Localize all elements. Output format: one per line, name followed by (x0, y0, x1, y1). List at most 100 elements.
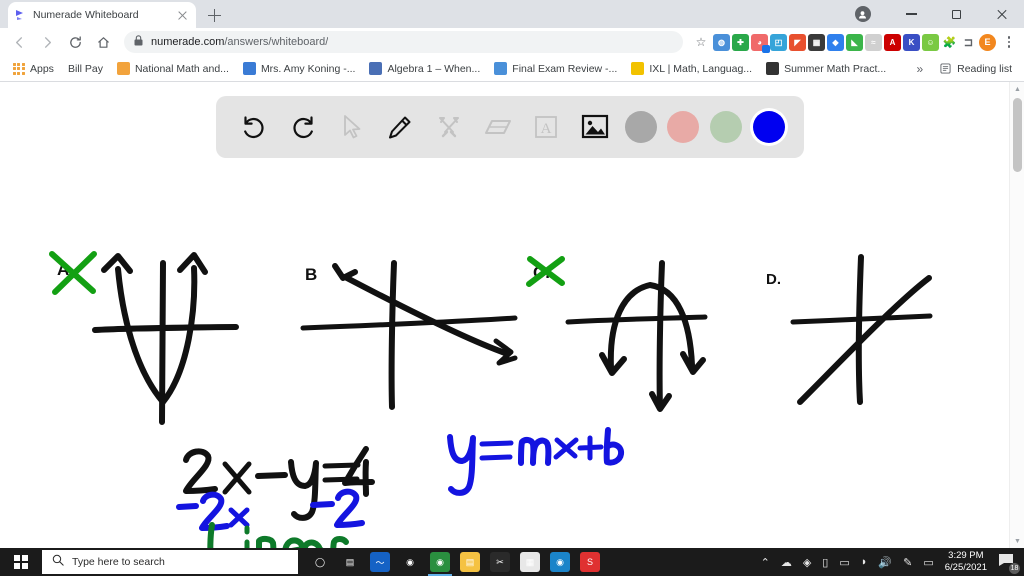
forward-icon[interactable] (34, 29, 60, 55)
app-blue-icon[interactable]: 〜 (370, 552, 390, 572)
bookmarks-overflow-button[interactable]: » (908, 62, 931, 76)
battery-icon[interactable]: ▯ (822, 556, 828, 569)
bookmark-item[interactable]: Apps (6, 60, 60, 77)
bookmark-item[interactable]: Final Exam Review -... (488, 60, 623, 77)
clock-date: 6/25/2021 (944, 562, 987, 573)
extensions-area: ◍ ✚ ◕ ◰ ◤ ▦ ◆ ◣ ≈ A K ☺ 🧩 ⊐ E (713, 33, 998, 53)
bookmark-item[interactable]: National Math and... (111, 60, 235, 77)
bookmark-item[interactable]: Summer Math Pract... (760, 60, 892, 77)
chevron-up-icon[interactable]: ⌃ (761, 556, 770, 569)
bookmark-item[interactable]: Bill Pay (62, 61, 109, 77)
windows-start-icon (14, 555, 28, 569)
extensions-puzzle-icon[interactable]: 🧩 (941, 34, 958, 51)
reading-list-label: Reading list (957, 62, 1012, 75)
back-icon[interactable] (6, 29, 32, 55)
windows-start-button[interactable] (0, 548, 42, 576)
close-icon[interactable] (175, 8, 190, 23)
extension-5[interactable]: ◤ (789, 33, 806, 51)
volume-icon[interactable]: 🔊 (878, 556, 892, 569)
vertical-scrollbar[interactable]: ▲ ▼ (1009, 82, 1024, 548)
extension-12[interactable]: ☺ (922, 33, 939, 51)
whiteboard-canvas[interactable]: A. B C. D. (0, 82, 1024, 548)
profile-avatar[interactable]: E (979, 33, 996, 51)
close-window-button[interactable] (979, 0, 1024, 28)
reading-list-button[interactable]: Reading list (933, 60, 1018, 77)
chrome-menu-icon[interactable] (1000, 36, 1018, 48)
graph-label-b: B (305, 265, 317, 284)
wordpress-icon (369, 62, 383, 75)
extension-7[interactable]: ◆ (827, 33, 844, 51)
tools-app-icon[interactable]: ✂ (490, 552, 510, 572)
kami-extension[interactable]: K (903, 33, 920, 51)
search-icon (52, 553, 64, 571)
notification-center-button[interactable]: 18 (998, 553, 1020, 574)
clock-time: 3:29 PM (948, 550, 984, 561)
extension-2[interactable]: ✚ (732, 33, 749, 51)
wifi-icon[interactable]: ◗ (861, 556, 868, 568)
profile-avatar[interactable] (844, 0, 889, 28)
bookmark-label: Bill Pay (67, 62, 103, 75)
bookmarks-bar: Apps Bill Pay National Math and... Mrs. Amy… (0, 56, 1024, 82)
cast-icon[interactable]: ⊐ (960, 34, 977, 51)
scrollbar-thumb[interactable] (1013, 98, 1022, 172)
bookmark-item[interactable]: Mrs. Amy Koning -... (237, 60, 362, 77)
taskbar-clock[interactable]: 3:29 PM 6/25/2021 (945, 550, 987, 574)
url-host: numerade.com (151, 36, 225, 48)
pen-icon[interactable]: ✎ (903, 556, 912, 569)
bookmark-label: Mrs. Amy Koning -... (260, 62, 356, 75)
browser-tab[interactable]: Numerade Whiteboard (8, 2, 196, 28)
bookmark-label: Final Exam Review -... (512, 62, 618, 75)
scroll-up-arrow-icon[interactable]: ▲ (1010, 82, 1024, 96)
bookmark-item[interactable]: Algebra 1 – When... (363, 60, 486, 77)
address-bar[interactable]: numerade.com/answers/whiteboard/ (124, 31, 683, 53)
notification-count: 18 (1009, 563, 1020, 574)
doc-icon (494, 62, 508, 75)
file-explorer-icon[interactable]: ▤ (460, 552, 480, 572)
microsoft-store-icon[interactable]: ▦ (520, 552, 540, 572)
bookmark-item[interactable]: IXL | Math, Languag... (625, 60, 758, 77)
maximize-button[interactable] (934, 0, 979, 28)
cortana-icon[interactable]: ◯ (310, 552, 330, 572)
keyboard-icon[interactable]: ▭ (923, 556, 933, 569)
bookmark-label: National Math and... (134, 62, 229, 75)
google-chrome-icon[interactable]: ◉ (428, 552, 452, 576)
microsoft-edge-icon[interactable]: ◉ (550, 552, 570, 572)
monitor-icon[interactable]: ▭ (839, 556, 849, 569)
cloud-icon[interactable]: ☁ (781, 556, 792, 569)
handwriting-linear-green (207, 522, 349, 548)
numerade-logo-icon (14, 9, 27, 22)
url-path: /answers/whiteboard/ (224, 36, 329, 48)
dark-circle-icon (766, 62, 780, 75)
extension-1[interactable]: ◍ (713, 33, 730, 51)
onedrive-icon[interactable]: ◈ (803, 556, 811, 569)
taskbar-apps: ◯ ▤ 〜 ◉ ◉ ▤ ✂ ▦ ◉ S (298, 552, 600, 576)
extension-6[interactable]: ▦ (808, 33, 825, 51)
adobe-acrobat-extension[interactable]: A (884, 33, 901, 51)
browser-window: Numerade Whiteboard numerade.com/answers… (0, 0, 1024, 576)
tab-title: Numerade Whiteboard (33, 9, 139, 21)
apps-grid-icon (12, 62, 25, 75)
avatar (854, 6, 871, 22)
extension-9[interactable]: ≈ (865, 33, 882, 51)
home-icon[interactable] (90, 29, 116, 55)
scroll-down-arrow-icon[interactable]: ▼ (1010, 534, 1024, 548)
taskbar-search-box[interactable]: Type here to search (42, 550, 298, 574)
graph-label-d: D. (766, 271, 781, 288)
whiteboard-page: A A. B C. D. (0, 82, 1024, 548)
bookmark-label: Algebra 1 – When... (387, 62, 481, 75)
app-red-s-icon[interactable]: S (580, 552, 600, 572)
calendar-icon (242, 62, 256, 75)
extension-3[interactable]: ◕ (751, 33, 770, 53)
bookmark-star-icon[interactable]: ☆ (691, 35, 711, 49)
zoom-app-icon[interactable]: ◉ (400, 552, 420, 572)
windows-taskbar: Type here to search ◯ ▤ 〜 ◉ ◉ ▤ ✂ ▦ ◉ S ⌃ ☁ ◈ ▯ ▭… (0, 548, 1024, 576)
new-tab-button[interactable] (202, 4, 228, 28)
reload-icon[interactable] (62, 29, 88, 55)
extension-8[interactable]: ◣ (846, 33, 863, 51)
search-placeholder: Type here to search (72, 556, 165, 568)
task-view-icon[interactable]: ▤ (340, 552, 360, 572)
ixl-icon (631, 62, 645, 75)
minimize-button[interactable] (889, 0, 934, 28)
handwriting-slope-form-blue (447, 427, 625, 496)
extension-4[interactable]: ◰ (770, 33, 787, 51)
